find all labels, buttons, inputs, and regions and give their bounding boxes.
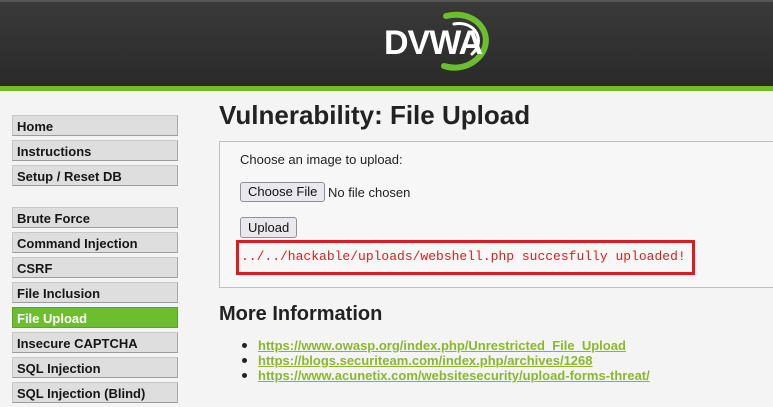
upload-result-message: ../../hackable/uploads/webshell.php succ… [241, 249, 686, 264]
choose-file-button[interactable]: Choose File [240, 182, 326, 202]
upload-button[interactable]: Upload [240, 217, 298, 238]
list-item: https://www.acunetix.com/websitesecurity… [237, 368, 650, 383]
main-content: Vulnerability: File Upload Choose an ima… [219, 100, 773, 383]
menu-item-instructions[interactable]: Instructions [12, 140, 178, 161]
more-info-links: https://www.owasp.org/index.php/Unrestri… [237, 338, 650, 383]
menu-item-brute-force[interactable]: Brute Force [12, 207, 178, 228]
owasp-link[interactable]: https://www.owasp.org/index.php/Unrestri… [258, 338, 626, 353]
upload-result-box: ../../hackable/uploads/webshell.php succ… [236, 240, 695, 275]
list-item: https://blogs.securiteam.com/index.php/a… [237, 353, 650, 368]
file-status-text: No file chosen [328, 185, 411, 200]
bullet-icon [242, 358, 247, 363]
upload-prompt: Choose an image to upload: [240, 152, 403, 167]
menu-item-file-upload[interactable]: File Upload [12, 307, 178, 328]
menu-group-main: Home Instructions Setup / Reset DB [12, 115, 178, 186]
menu-item-sql-injection[interactable]: SQL Injection [12, 357, 178, 378]
list-item: https://www.owasp.org/index.php/Unrestri… [237, 338, 650, 353]
menu-item-sql-injection-blind[interactable]: SQL Injection (Blind) [12, 382, 178, 403]
menu-divider [12, 190, 178, 207]
acunetix-link[interactable]: https://www.acunetix.com/websitesecurity… [258, 368, 650, 383]
more-info-heading: More Information [219, 303, 383, 325]
menu-item-command-injection[interactable]: Command Injection [12, 232, 178, 253]
menu-item-home[interactable]: Home [12, 115, 178, 136]
dvwa-logo[interactable]: DVWA [384, 10, 494, 74]
menu-item-file-inclusion[interactable]: File Inclusion [12, 282, 178, 303]
page-title: Vulnerability: File Upload [219, 100, 531, 130]
header-top-line [0, 0, 773, 2]
logo-text: DVWA [384, 24, 483, 62]
securiteam-link[interactable]: https://blogs.securiteam.com/index.php/a… [258, 353, 593, 368]
menu-item-insecure-captcha[interactable]: Insecure CAPTCHA [12, 332, 178, 353]
side-menu: Home Instructions Setup / Reset DB Brute… [12, 115, 178, 407]
bullet-icon [242, 343, 247, 348]
bullet-icon [242, 373, 247, 378]
menu-item-setup-reset-db[interactable]: Setup / Reset DB [12, 165, 178, 186]
upload-form-box: Choose an image to upload: Choose File N… [219, 141, 773, 288]
site-header: DVWA [0, 0, 773, 91]
menu-item-csrf[interactable]: CSRF [12, 257, 178, 278]
menu-group-vulnerabilities: Brute Force Command Injection CSRF File … [12, 207, 178, 403]
